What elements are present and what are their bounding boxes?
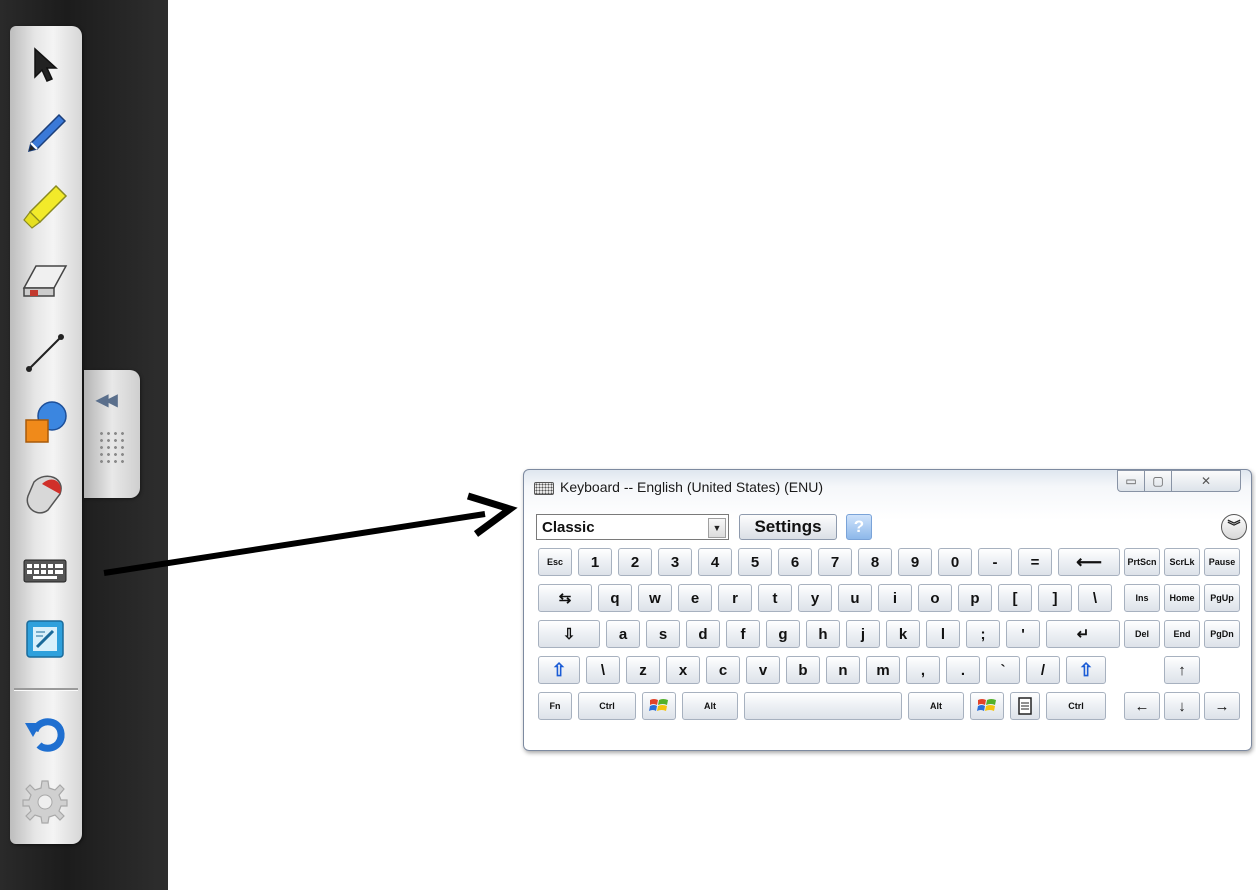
keyboard-key[interactable]: i	[878, 584, 912, 612]
keyboard-key[interactable]: t	[758, 584, 792, 612]
keyboard-key[interactable]: h	[806, 620, 840, 648]
spacebar-key[interactable]	[744, 692, 902, 720]
minimize-icon: ▭	[1125, 474, 1137, 488]
keyboard-key[interactable]: '	[1006, 620, 1040, 648]
keyboard-key[interactable]: ⟵	[1058, 548, 1120, 576]
keyboard-key[interactable]: [	[998, 584, 1032, 612]
keyboard-key[interactable]: ↵	[1046, 620, 1120, 648]
keyboard-key[interactable]: d	[686, 620, 720, 648]
keyboard-key[interactable]: ⇧	[538, 656, 580, 684]
keyboard-key[interactable]: u	[838, 584, 872, 612]
arrow-down-key[interactable]: ↓	[1164, 692, 1200, 720]
keyboard-key[interactable]: 0	[938, 548, 972, 576]
fade-icon[interactable]: ︾	[1221, 514, 1247, 540]
keypgup[interactable]: PgUp	[1204, 584, 1240, 612]
keyboard-key[interactable]: l	[926, 620, 960, 648]
keypause[interactable]: Pause	[1204, 548, 1240, 576]
keyboard-key[interactable]: 5	[738, 548, 772, 576]
keyboard-key[interactable]: ,	[906, 656, 940, 684]
keyctrl[interactable]: Ctrl	[1046, 692, 1106, 720]
layout-select[interactable]: Classic ▼	[536, 514, 729, 540]
keyboard-key[interactable]: \	[1078, 584, 1112, 612]
keyboard-key[interactable]: y	[798, 584, 832, 612]
windows-logo-icon[interactable]	[970, 692, 1004, 720]
arrow-up-key[interactable]: ↑	[1164, 656, 1200, 684]
keyboard-key[interactable]: o	[918, 584, 952, 612]
keyboard-key[interactable]: b	[786, 656, 820, 684]
keyalt[interactable]: Alt	[908, 692, 964, 720]
keyboard-key[interactable]: g	[766, 620, 800, 648]
keydel[interactable]: Del	[1124, 620, 1160, 648]
keyboard-key[interactable]: q	[598, 584, 632, 612]
settings-button[interactable]: Settings	[739, 514, 837, 540]
keyboard-key[interactable]: ⇩	[538, 620, 600, 648]
keyfn[interactable]: Fn	[538, 692, 572, 720]
keypgdn[interactable]: PgDn	[1204, 620, 1240, 648]
layout-select-value: Classic	[542, 519, 595, 536]
keyboard-key[interactable]: /	[1026, 656, 1060, 684]
keyboard-key[interactable]: z	[626, 656, 660, 684]
menu-key-icon[interactable]	[1010, 692, 1040, 720]
keyboard-title-icon	[534, 482, 554, 495]
keyctrl[interactable]: Ctrl	[578, 692, 636, 720]
maximize-button[interactable]: ▢	[1144, 470, 1172, 492]
arrow-left-key[interactable]: ←	[1124, 692, 1160, 720]
maximize-icon: ▢	[1152, 474, 1164, 488]
keyboard-key[interactable]: 3	[658, 548, 692, 576]
keyboard-key[interactable]: =	[1018, 548, 1052, 576]
keyboard-key[interactable]: 6	[778, 548, 812, 576]
keyboard-key[interactable]: 2	[618, 548, 652, 576]
minimize-button[interactable]: ▭	[1117, 470, 1145, 492]
keyboard-key[interactable]: 8	[858, 548, 892, 576]
keyboard-key[interactable]: 7	[818, 548, 852, 576]
keyboard-key[interactable]: \	[586, 656, 620, 684]
keyboard-key[interactable]: s	[646, 620, 680, 648]
keyesc[interactable]: Esc	[538, 548, 572, 576]
keyboard-key[interactable]: k	[886, 620, 920, 648]
keyboard-key[interactable]: -	[978, 548, 1012, 576]
keyboard-key[interactable]: c	[706, 656, 740, 684]
keyboard-key[interactable]: ]	[1038, 584, 1072, 612]
keyprtscn[interactable]: PrtScn	[1124, 548, 1160, 576]
keyboard-key[interactable]: ⇆	[538, 584, 592, 612]
keyboard-controls: Classic ▼ Settings ? ︾	[536, 514, 1247, 544]
keyboard-key[interactable]: e	[678, 584, 712, 612]
keyboard-key[interactable]: 4	[698, 548, 732, 576]
keyboard-key[interactable]: x	[666, 656, 700, 684]
keyboard-key[interactable]: 9	[898, 548, 932, 576]
keyalt[interactable]: Alt	[682, 692, 738, 720]
keyhome[interactable]: Home	[1164, 584, 1200, 612]
keyboard-key[interactable]: f	[726, 620, 760, 648]
keyboard-titlebar[interactable]: Keyboard -- English (United States) (ENU…	[524, 470, 1251, 504]
keyboard-key[interactable]: 1	[578, 548, 612, 576]
close-icon: ✕	[1200, 474, 1212, 488]
keyboard-key[interactable]: .	[946, 656, 980, 684]
keyboard-key[interactable]: p	[958, 584, 992, 612]
keyend[interactable]: End	[1164, 620, 1200, 648]
keyboard-key[interactable]: a	[606, 620, 640, 648]
keyboard-key[interactable]: ;	[966, 620, 1000, 648]
chevron-down-icon[interactable]: ▼	[708, 518, 726, 538]
keyboard-key[interactable]: j	[846, 620, 880, 648]
windows-logo-icon[interactable]	[642, 692, 676, 720]
keyboard-key[interactable]: `	[986, 656, 1020, 684]
keyboard-key[interactable]: w	[638, 584, 672, 612]
annotation-arrow	[103, 492, 518, 576]
keyboard-key[interactable]: n	[826, 656, 860, 684]
keyboard-key[interactable]: m	[866, 656, 900, 684]
help-button[interactable]: ?	[846, 514, 872, 540]
keyboard-key[interactable]: r	[718, 584, 752, 612]
keyscrlk[interactable]: ScrLk	[1164, 548, 1200, 576]
window-title: Keyboard -- English (United States) (ENU…	[560, 479, 823, 495]
keyins[interactable]: Ins	[1124, 584, 1160, 612]
keyboard-key[interactable]: v	[746, 656, 780, 684]
arrow-right-key[interactable]: →	[1204, 692, 1240, 720]
keyboard-window: Keyboard -- English (United States) (ENU…	[523, 469, 1252, 751]
close-button[interactable]: ✕	[1171, 470, 1241, 492]
keyboard-key[interactable]: ⇧	[1066, 656, 1106, 684]
